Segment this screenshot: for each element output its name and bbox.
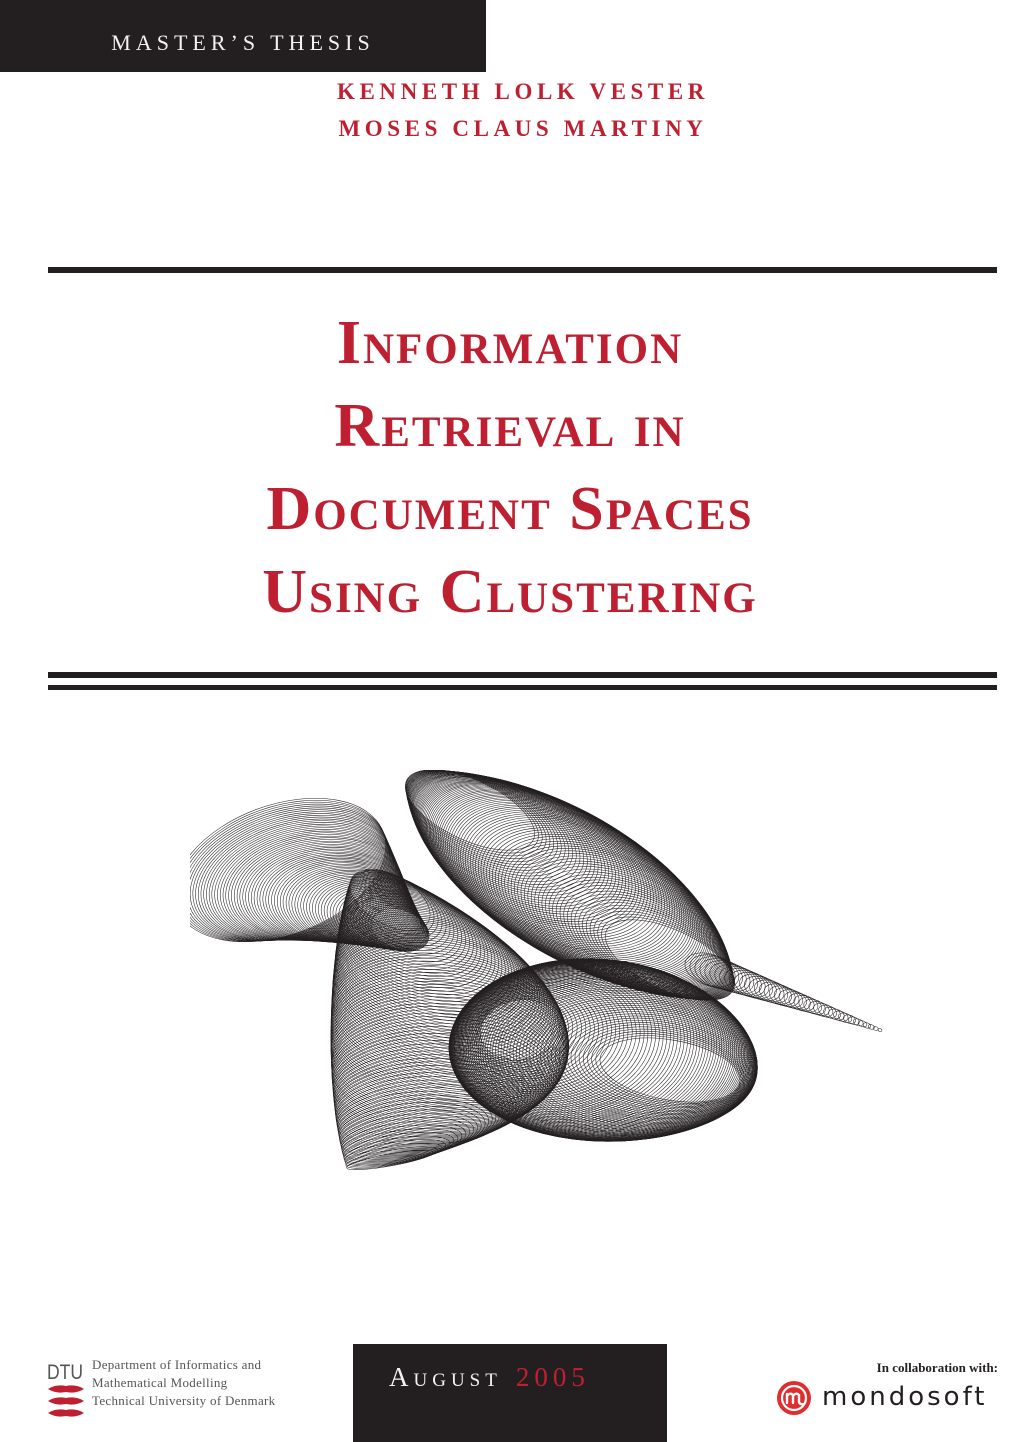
bottom-rule xyxy=(48,685,997,690)
institution-line: Department of Informatics and xyxy=(92,1357,262,1372)
cover-artwork xyxy=(190,770,883,1170)
thesis-title: Information Retrieval in Document Spaces… xyxy=(0,302,1020,634)
artwork-ellipse xyxy=(803,999,826,1015)
date-month: August xyxy=(389,1362,502,1392)
institution-line: Mathematical Modelling xyxy=(92,1375,228,1390)
dtu-logo-icon: DTU xyxy=(47,1361,84,1417)
bottom-rule xyxy=(48,672,997,678)
artwork-ellipse xyxy=(793,995,819,1013)
title-line: Information xyxy=(336,309,684,377)
publication-date: August 2005 xyxy=(389,1362,590,1393)
date-banner: August 2005 xyxy=(353,1344,667,1442)
date-year: 2005 xyxy=(515,1362,590,1392)
artwork-ellipse xyxy=(813,1002,834,1018)
dtu-logo-text: DTU xyxy=(47,1361,83,1384)
partner-logo: mondosoft xyxy=(776,1380,1006,1420)
artwork-ellipse xyxy=(877,1028,883,1032)
author-name: KENNETH LOLK VESTER xyxy=(336,79,709,104)
artwork-ellipse xyxy=(783,991,811,1011)
institution-line: Technical University of Denmark xyxy=(92,1393,276,1408)
artwork-ellipse xyxy=(744,975,781,1002)
institution-block: DTU Department of Informatics and Mathem… xyxy=(40,1356,360,1426)
institution-text: Department of Informatics and Mathematic… xyxy=(92,1356,275,1410)
top-rule xyxy=(48,267,997,273)
artwork-ellipse xyxy=(589,907,735,1000)
artwork-ellipse xyxy=(412,774,616,912)
title-line: Retrieval in xyxy=(334,392,686,460)
artwork-ellipse xyxy=(872,1026,879,1031)
author-name: MOSES CLAUS MARTINY xyxy=(338,116,708,141)
mondosoft-m-icon xyxy=(777,1381,811,1415)
title-line: Document Spaces xyxy=(266,475,754,543)
artwork-ellipse xyxy=(833,1010,849,1022)
document-type-banner: MASTER’S THESIS xyxy=(0,0,486,72)
title-line: Using Clustering xyxy=(262,558,758,626)
document-type: MASTER’S THESIS xyxy=(111,30,375,55)
partner-name: mondosoft xyxy=(822,1382,988,1412)
collaboration-label: In collaboration with: xyxy=(876,1360,998,1375)
artwork-ellipses xyxy=(190,770,883,1170)
